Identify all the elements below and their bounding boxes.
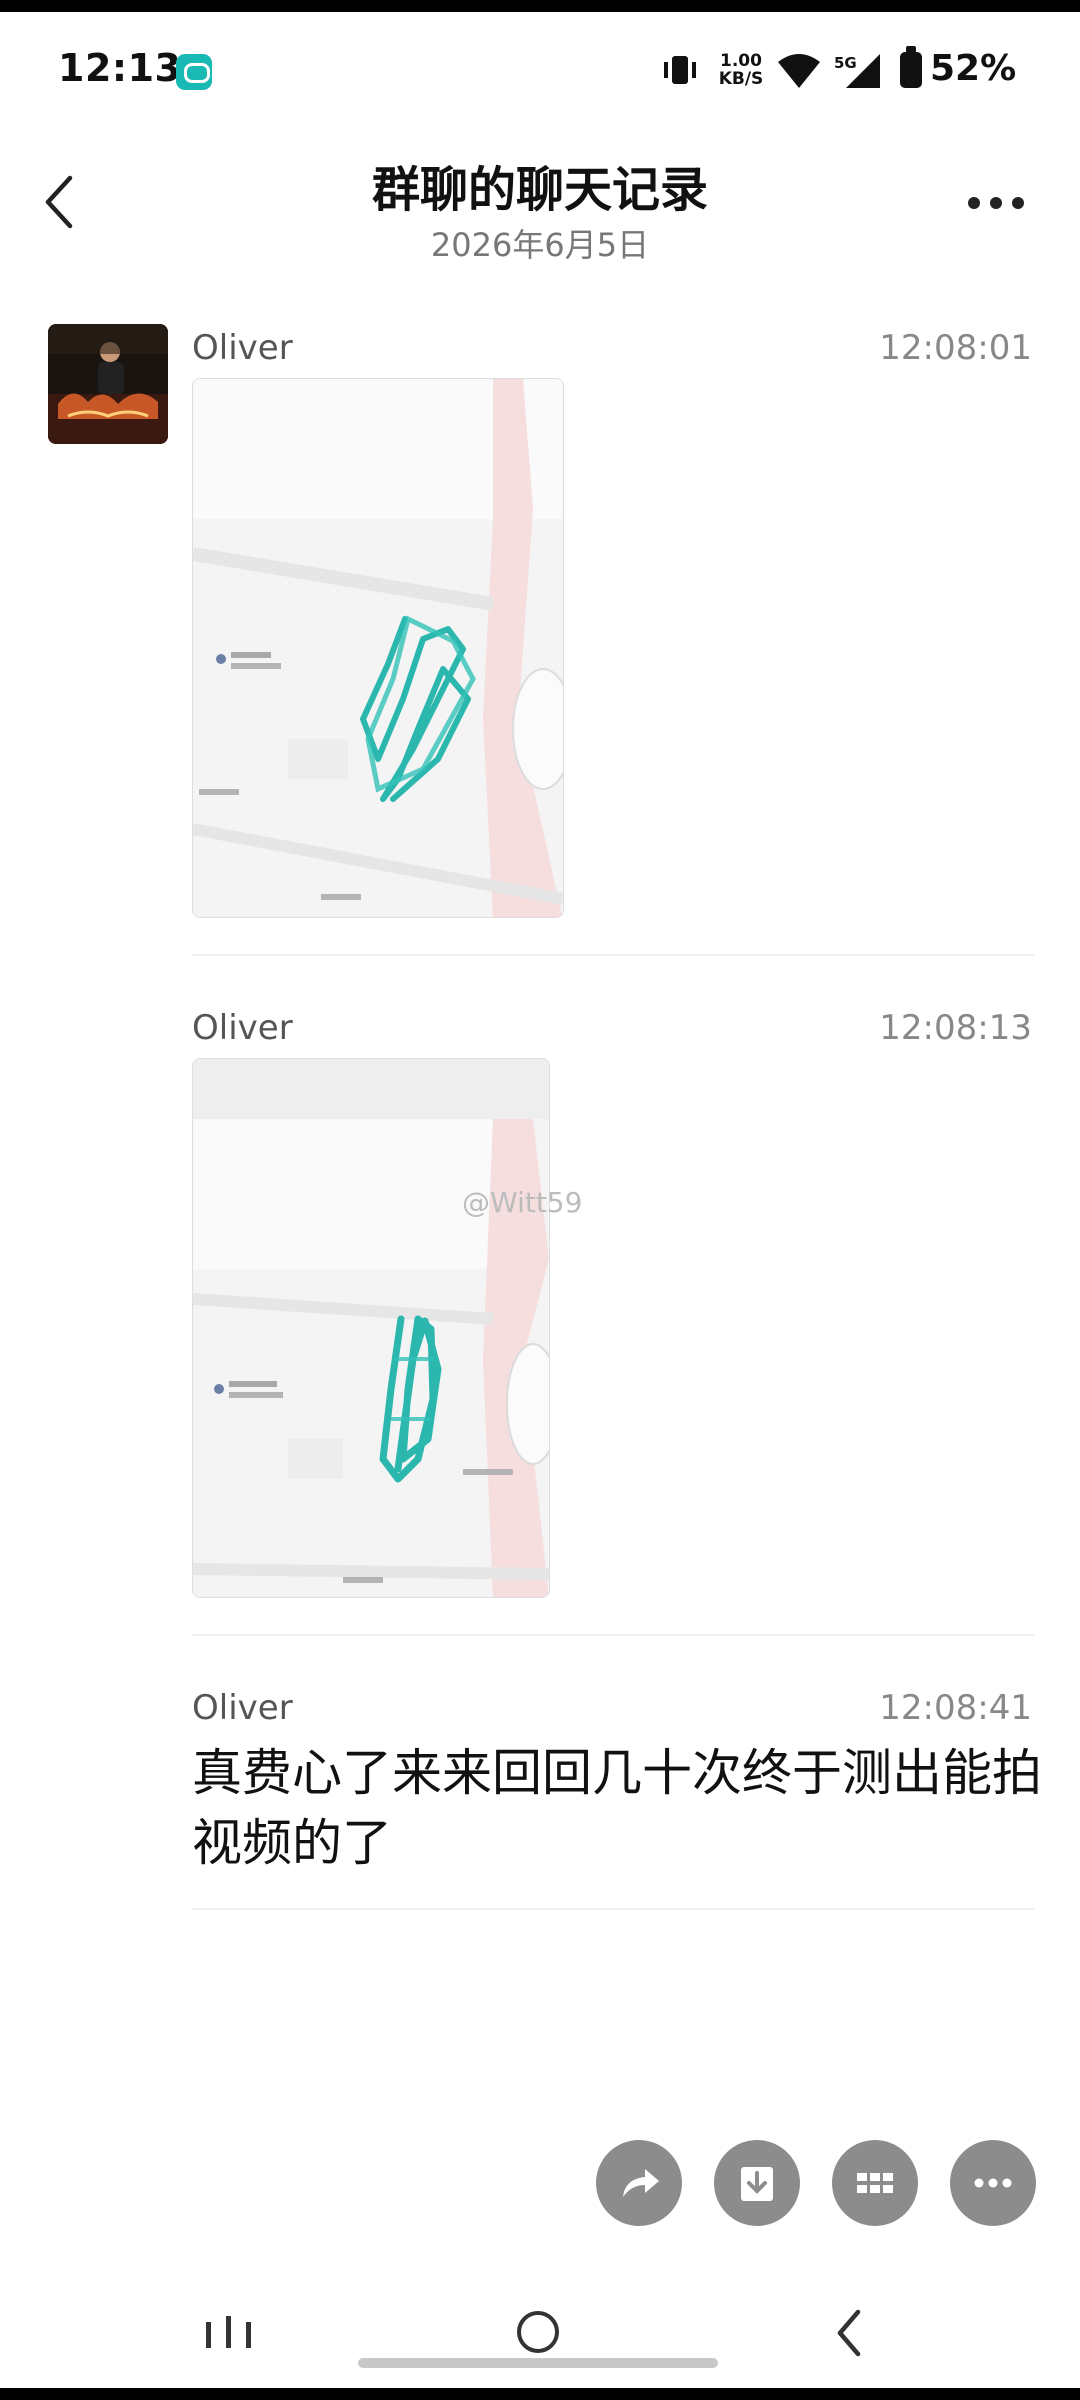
recents-icon[interactable] [204,2314,254,2350]
share-icon [623,2169,659,2197]
page-title: 群聊的聊天记录 [371,162,708,218]
more-dots-icon [974,2178,1012,2188]
page-date: 2026年6月5日 [430,226,650,264]
teal-app-icon [176,54,212,90]
more-button[interactable] [950,2140,1036,2226]
message-divider [192,954,1034,956]
grid-icon [857,2173,893,2193]
battery-percent: 52% [930,48,1017,89]
grid-button[interactable] [832,2140,918,2226]
watermark: @Witt59 [462,1186,583,1219]
network-speed: 1.00 KB/S [716,52,766,88]
message-sender: Oliver [192,1688,293,1728]
download-button[interactable] [714,2140,800,2226]
avatar[interactable] [48,324,168,444]
network-speed-unit: KB/S [718,69,764,89]
bottom-edge [0,2388,1080,2400]
wifi-icon [778,54,820,88]
back-icon[interactable] [834,2308,864,2358]
message-divider [192,1634,1034,1636]
message-divider [192,1908,1034,1910]
home-icon[interactable] [516,2310,560,2354]
status-time: 12:13 [58,46,182,90]
message-image-map[interactable] [192,1058,550,1598]
message-time: 12:08:13 [879,1008,1032,1048]
message-image-map[interactable] [192,378,564,918]
share-button[interactable] [596,2140,682,2226]
message-text: 真费心了来来回回几十次终于测出能拍视频的了 [192,1744,1042,1872]
message-sender: Oliver [192,328,293,368]
vibrate-icon [664,56,696,84]
battery-icon [900,46,922,88]
gesture-pill[interactable] [358,2358,718,2368]
download-icon [741,2167,773,2201]
message-time: 12:08:01 [879,328,1032,368]
message-time: 12:08:41 [879,1688,1032,1728]
message-sender: Oliver [192,1008,293,1048]
network-speed-value: 1.00 [720,51,762,71]
more-dots-icon[interactable] [966,178,1026,228]
signal-icon [846,54,880,88]
top-edge [0,0,1080,12]
